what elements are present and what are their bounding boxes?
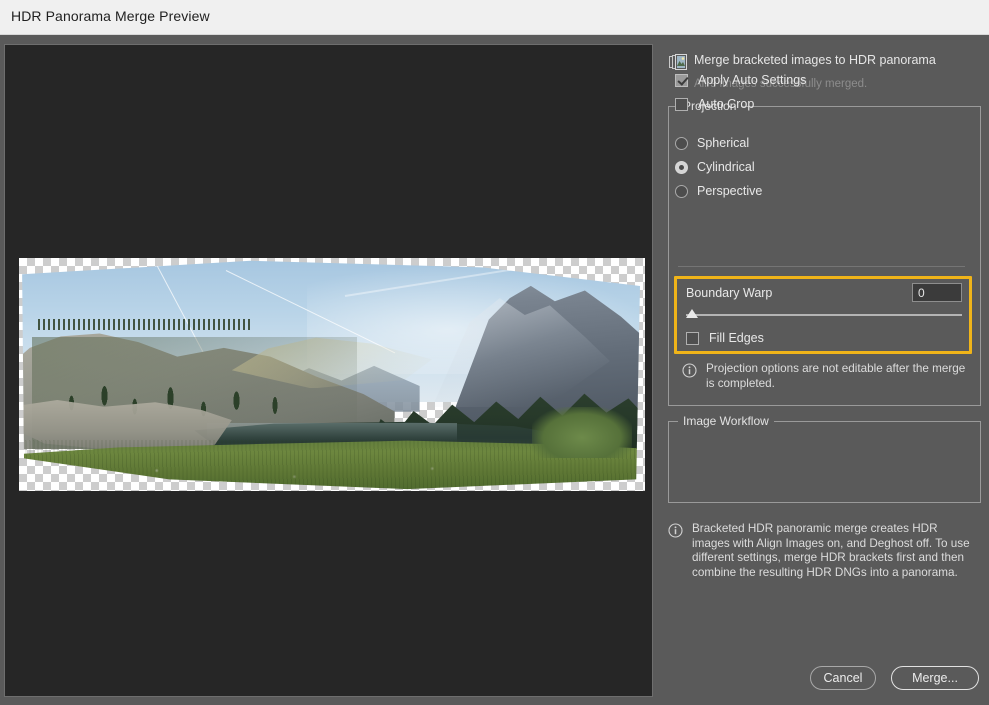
shrub-cluster [532, 407, 632, 458]
boundary-warp-value: 0 [918, 286, 925, 300]
checkbox-icon-apply-auto-settings[interactable] [675, 74, 688, 87]
radio-icon-spherical[interactable] [675, 137, 688, 150]
checkbox-option-fill-edges[interactable]: Fill Edges [686, 330, 764, 346]
info-circle-icon [682, 363, 697, 378]
checkbox-icon-fill-edges[interactable] [686, 332, 699, 345]
radio-icon-cylindrical[interactable] [675, 161, 688, 174]
radio-option-spherical[interactable]: Spherical [675, 134, 749, 152]
projection-info-text: Projection options are not editable afte… [706, 362, 970, 391]
projection-info-note: Projection options are not editable afte… [682, 362, 970, 391]
panorama-stage [19, 258, 645, 491]
checkbox-option-auto-crop[interactable]: Auto Crop [675, 96, 754, 112]
panorama-preview-pane[interactable] [4, 44, 653, 697]
image-workflow-group: Image Workflow [668, 421, 981, 503]
checkbox-label-auto-crop: Auto Crop [698, 97, 754, 111]
radio-option-cylindrical[interactable]: Cylindrical [675, 158, 755, 176]
merge-info-text: Bracketed HDR panoramic merge creates HD… [692, 522, 978, 580]
radio-icon-perspective[interactable] [675, 185, 688, 198]
window-titlebar: HDR Panorama Merge Preview [0, 0, 989, 35]
slider-thumb[interactable] [686, 309, 698, 318]
checkbox-label-fill-edges: Fill Edges [709, 331, 764, 345]
radio-label-perspective: Perspective [697, 184, 762, 198]
checkbox-icon-auto-crop[interactable] [675, 98, 688, 111]
boundary-warp-label: Boundary Warp [686, 286, 772, 300]
page-title: HDR Panorama Merge Preview [11, 8, 210, 24]
slider-track[interactable] [686, 314, 962, 316]
image-workflow-legend: Image Workflow [678, 414, 774, 428]
radio-label-spherical: Spherical [697, 136, 749, 150]
info-circle-icon [668, 523, 683, 538]
ridge-tree-fringe [38, 319, 251, 331]
checkbox-label-apply-auto-settings: Apply Auto Settings [698, 73, 806, 87]
hdr-panorama-merge-dialog: HDR Panorama Merge Preview [0, 0, 989, 705]
cancel-button[interactable]: Cancel [810, 666, 876, 690]
merge-info-note: Bracketed HDR panoramic merge creates HD… [668, 522, 978, 580]
merge-header-label: Merge bracketed images to HDR panorama [694, 53, 936, 67]
projection-divider [678, 266, 965, 267]
boundary-warp-slider[interactable] [686, 309, 962, 321]
radio-option-perspective[interactable]: Perspective [675, 182, 762, 200]
settings-panel: Merge bracketed images to HDR panorama A… [660, 44, 985, 697]
checkbox-option-apply-auto-settings[interactable]: Apply Auto Settings [675, 72, 806, 88]
boundary-warp-value-input[interactable]: 0 [912, 283, 962, 302]
panorama-image [19, 258, 645, 491]
stacked-images-icon [669, 54, 687, 70]
merge-button[interactable]: Merge... [891, 666, 979, 690]
dialog-button-row: Cancel Merge... [660, 666, 985, 696]
radio-label-cylindrical: Cylindrical [697, 160, 755, 174]
